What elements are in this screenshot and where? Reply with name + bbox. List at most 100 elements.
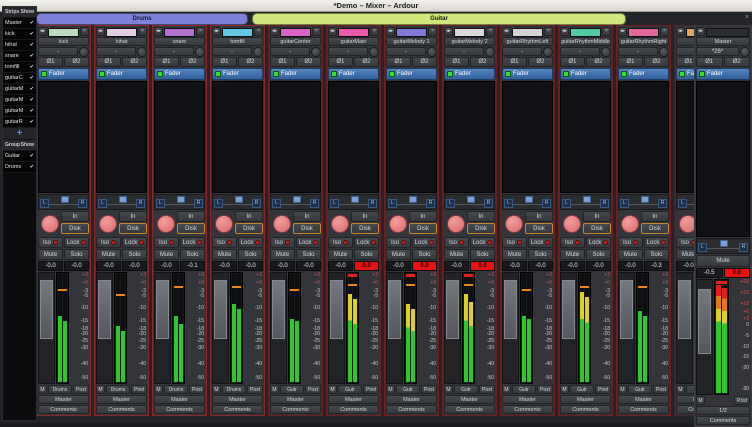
monitor-disk-button[interactable]: Disk — [641, 223, 669, 234]
metering-m-button[interactable]: M — [618, 385, 627, 394]
trim-knob[interactable] — [79, 47, 89, 57]
processor-box[interactable] — [96, 81, 147, 193]
monitor-input-button[interactable]: In — [467, 211, 495, 222]
solo-lock-button[interactable]: Lock — [238, 237, 263, 248]
peak-display[interactable]: -0.0 — [528, 261, 553, 271]
pan-handle-icon[interactable] — [235, 196, 243, 203]
hide-strip-button[interactable]: × — [196, 27, 205, 36]
trim-knob[interactable] — [485, 47, 495, 57]
processor-active-led[interactable] — [679, 71, 685, 77]
mute-button[interactable]: Mute — [96, 249, 121, 260]
monitor-input-button[interactable]: In — [119, 211, 147, 222]
solo-button[interactable]: Solo — [238, 249, 263, 260]
group-button[interactable]: Gutr — [454, 385, 478, 394]
gain-fader[interactable] — [676, 272, 693, 384]
gain-fader[interactable] — [328, 272, 345, 384]
processor-box[interactable] — [212, 81, 263, 193]
output-button[interactable]: Master — [154, 395, 205, 404]
solo-isolate-button[interactable]: Iso — [560, 237, 585, 248]
panner[interactable]: LR — [270, 194, 321, 210]
metering-m-button[interactable]: M — [96, 385, 105, 394]
pan-handle-icon[interactable] — [293, 196, 301, 203]
panner[interactable]: LR — [386, 194, 437, 210]
mute-button[interactable]: Mute — [328, 249, 353, 260]
mute-button[interactable]: Mute — [502, 249, 527, 260]
group-button[interactable]: Drums — [48, 385, 72, 394]
phase-invert-1-button[interactable]: Ø1 — [328, 57, 353, 67]
group-button[interactable]: Drums — [106, 385, 130, 394]
narrow-toggle-button[interactable]: ◂▸ — [502, 27, 511, 36]
group-button[interactable]: Gutr — [280, 385, 304, 394]
group-button[interactable]: Gutr — [512, 385, 536, 394]
processor-active-led[interactable] — [505, 71, 511, 77]
comments-button[interactable]: Comments — [618, 405, 669, 414]
mute-button[interactable]: Mute — [212, 249, 237, 260]
solo-button[interactable]: Solo — [528, 249, 553, 260]
monitor-disk-button[interactable]: Disk — [119, 223, 147, 234]
processor-active-led[interactable] — [621, 71, 627, 77]
pan-handle-icon[interactable] — [119, 196, 127, 203]
narrow-toggle-button[interactable]: ◂▸ — [270, 27, 279, 36]
comments-button[interactable]: Comments — [154, 405, 205, 414]
record-arm-button[interactable] — [447, 215, 465, 233]
mute-button[interactable]: Mute — [38, 249, 63, 260]
gain-fader[interactable] — [386, 272, 403, 384]
gain-fader[interactable] — [560, 272, 577, 384]
pan-handle-icon[interactable] — [61, 196, 69, 203]
fader-processor-entry[interactable]: Fader — [444, 68, 495, 80]
fader-handle[interactable] — [504, 280, 517, 339]
gain-display[interactable]: -0.5 — [696, 268, 723, 278]
mute-button[interactable]: Mute — [560, 249, 585, 260]
gain-fader[interactable] — [154, 272, 171, 384]
pan-handle-icon[interactable] — [720, 240, 728, 247]
narrow-toggle-button[interactable]: ◂▸ — [560, 27, 569, 36]
group-button[interactable]: Drums — [222, 385, 246, 394]
processor-active-led[interactable] — [699, 71, 705, 77]
meter-point-button[interactable]: Post — [595, 385, 611, 394]
fader-processor-entry[interactable]: Fader — [560, 68, 611, 80]
mute-button[interactable]: Mute — [270, 249, 295, 260]
solo-button[interactable]: Solo — [122, 249, 147, 260]
meter-point-button[interactable]: Post — [363, 385, 379, 394]
checkmark-icon[interactable]: ✔ — [30, 20, 34, 26]
metering-m-button[interactable]: M — [560, 385, 569, 394]
phase-invert-2-button[interactable]: Ø2 — [238, 57, 263, 67]
fader-handle[interactable] — [620, 280, 633, 339]
meter-point-button[interactable]: Post — [479, 385, 495, 394]
narrow-toggle-button[interactable]: ◂▸ — [386, 27, 395, 36]
gain-fader[interactable] — [618, 272, 635, 384]
hide-strip-button[interactable]: × — [312, 27, 321, 36]
monitor-disk-button[interactable]: Disk — [583, 223, 611, 234]
comments-button[interactable]: Comments — [560, 405, 611, 414]
phase-invert-1-button[interactable]: Ø1 — [96, 57, 121, 67]
peak-display[interactable]: -0.1 — [180, 261, 205, 271]
monitor-input-button[interactable]: In — [61, 211, 89, 222]
record-arm-button[interactable] — [505, 215, 523, 233]
fader-processor-entry[interactable]: Fader — [212, 68, 263, 80]
gain-display[interactable]: -0.0 — [328, 261, 353, 271]
processor-active-led[interactable] — [447, 71, 453, 77]
strips-column-header[interactable]: Strips — [5, 9, 19, 15]
group-column-header[interactable]: Group — [5, 142, 20, 148]
panner[interactable]: LR — [212, 194, 263, 210]
track-color-swatch[interactable] — [222, 28, 253, 37]
phase-invert-1-button[interactable]: Ø1 — [618, 57, 643, 67]
pan-handle-icon[interactable] — [409, 196, 417, 203]
monitor-input-button[interactable]: In — [409, 211, 437, 222]
processor-active-led[interactable] — [389, 71, 395, 77]
solo-isolate-button[interactable]: Iso — [502, 237, 527, 248]
output-button[interactable]: 1/2 — [696, 406, 750, 415]
gain-display[interactable]: -0.0 — [270, 261, 295, 271]
checkmark-icon[interactable]: ✔ — [30, 97, 34, 103]
pan-handle-icon[interactable] — [177, 196, 185, 203]
fader-handle[interactable] — [98, 280, 111, 339]
narrow-toggle-button[interactable]: ◂▸ — [696, 27, 705, 36]
fader-handle[interactable] — [272, 280, 285, 339]
fader-processor-entry[interactable]: Fader — [618, 68, 669, 80]
monitor-disk-button[interactable]: Disk — [525, 223, 553, 234]
comments-button[interactable]: Comments — [212, 405, 263, 414]
gain-fader[interactable] — [96, 272, 113, 384]
meter-point-button[interactable]: Post — [189, 385, 205, 394]
record-arm-button[interactable] — [273, 215, 291, 233]
trim-knob[interactable] — [659, 47, 669, 57]
